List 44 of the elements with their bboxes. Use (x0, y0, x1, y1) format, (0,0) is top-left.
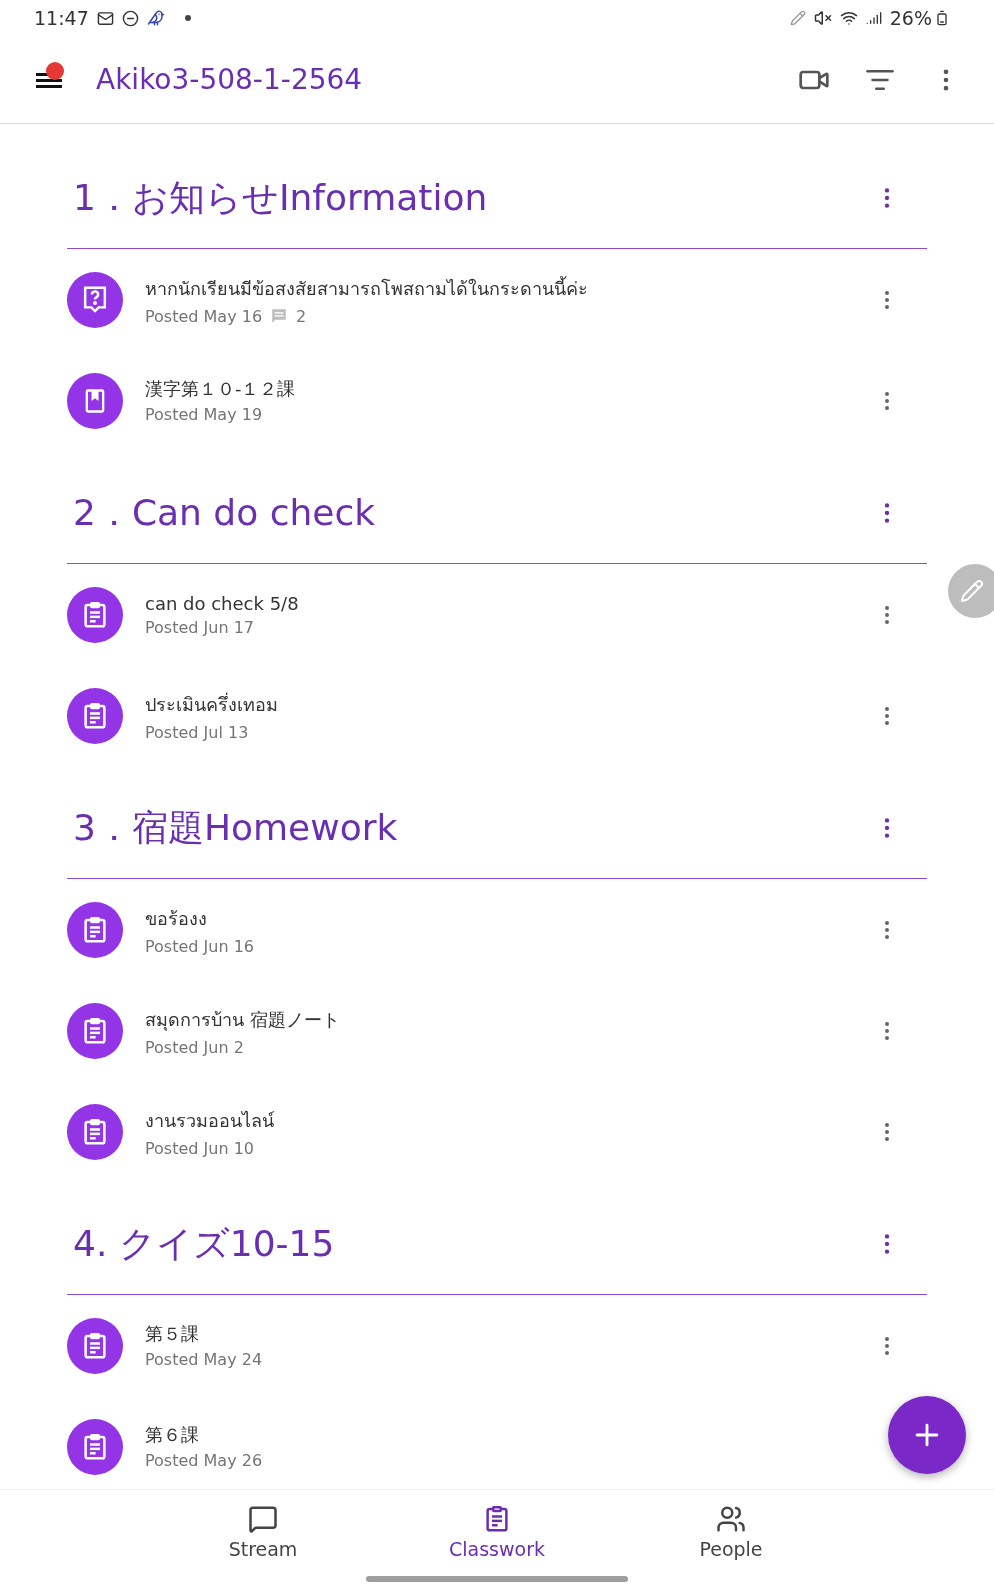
add-button[interactable] (888, 1396, 966, 1474)
comment-count: 2 (296, 306, 307, 326)
posted-date: Posted May 24 (145, 1350, 263, 1369)
item-title[interactable]: 第６課 (145, 1423, 199, 1447)
posted-date: Posted May 16 (145, 306, 263, 326)
topic-title: 3．宿題Homework (72, 805, 398, 850)
item-title[interactable]: งานรวมออนไลน์ (145, 1105, 274, 1135)
topic-title: 2．Can do check (72, 490, 376, 535)
item-title[interactable]: 第５課 (145, 1322, 199, 1346)
signal-icon (865, 10, 882, 26)
item-title[interactable]: ขอร้องง (145, 903, 207, 933)
posted-date: Posted Jun 17 (145, 617, 254, 637)
do-not-disturb-icon (121, 9, 139, 27)
posted-date: Posted Jun 10 (145, 1138, 254, 1158)
posted-date: Posted May 19 (145, 405, 263, 424)
posted-date: Posted Jul 13 (145, 722, 249, 742)
wifi-icon (839, 9, 858, 27)
topic-title: 4. クイズ10-15 (72, 1221, 335, 1266)
class-title: Akiko3-508-1-2564 (96, 63, 364, 96)
battery-level: 26% (889, 7, 932, 29)
bird-icon (146, 9, 165, 27)
battery-icon (934, 10, 950, 26)
pencil-icon (789, 10, 806, 26)
nav-tab[interactable]: People (614, 1490, 848, 1570)
item-title[interactable]: ประเมินครึ่งเทอม (145, 689, 278, 719)
nav-tab[interactable]: Stream (146, 1490, 380, 1570)
item-title[interactable]: สมุดการบ้าน 宿題ノート (145, 1004, 340, 1034)
posted-date: Posted Jun 2 (145, 1037, 244, 1057)
people-icon (716, 1504, 746, 1534)
mail-icon (96, 9, 114, 27)
item-title[interactable]: หากนักเรียนมีข้อสงสัยสามารถโพสถามได้ในกระดานนี้ค่ะ (145, 273, 588, 303)
status-time: 11:47 (34, 7, 89, 29)
chat-icon (248, 1504, 278, 1534)
item-title[interactable]: can do check 5/8 (145, 592, 299, 614)
posted-date: Posted May 26 (145, 1451, 263, 1470)
comment-icon (270, 307, 289, 325)
notification-badge (46, 61, 64, 80)
nav-tab[interactable]: Classwork (380, 1490, 614, 1570)
posted-date: Posted Jun 16 (145, 936, 254, 956)
notification-dot (184, 15, 191, 21)
mute-icon (813, 9, 832, 27)
pencil-icon (960, 579, 984, 603)
topic-title: 1．お知らせInformation (72, 175, 488, 220)
item-title[interactable]: 漢字第１０-１２課 (145, 377, 296, 401)
